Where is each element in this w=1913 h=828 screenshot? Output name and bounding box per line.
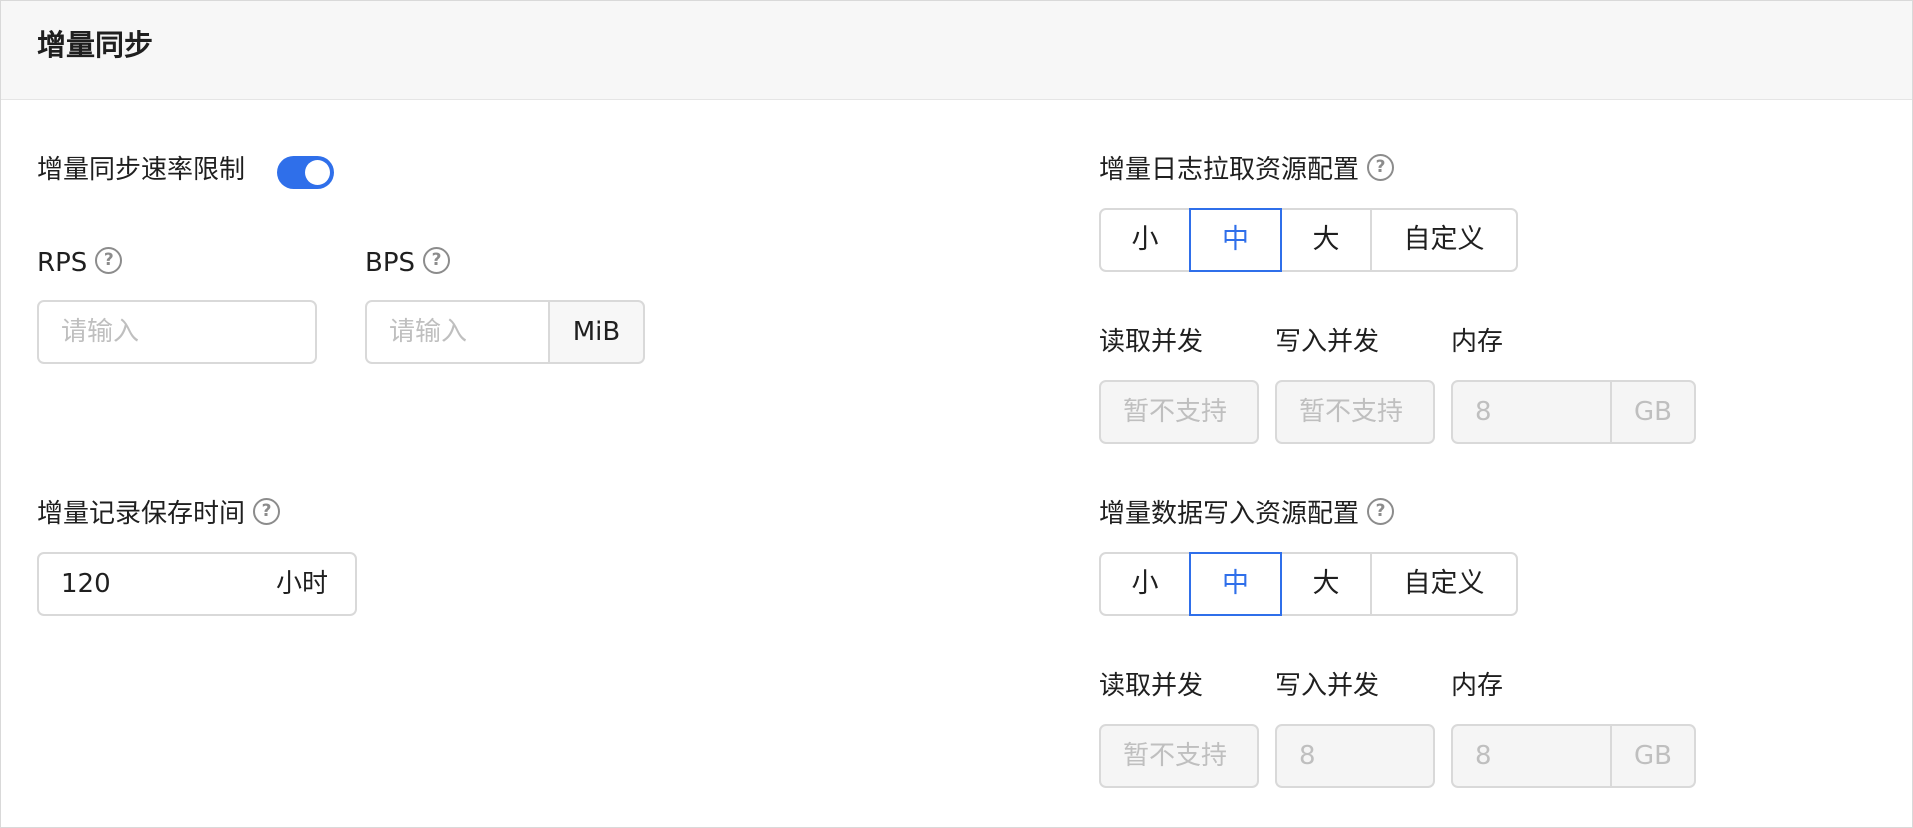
data-write-option-small[interactable]: 小 — [1099, 552, 1191, 616]
log-pull-memory-unit: GB — [1612, 380, 1696, 444]
log-pull-write-input: 暂不支持 — [1275, 380, 1435, 444]
log-pull-read-label: 读取并发 — [1099, 327, 1204, 357]
log-pull-label: 增量日志拉取资源配置 — [1099, 155, 1360, 185]
rps-label: RPS — [37, 248, 88, 278]
data-write-option-custom[interactable]: 自定义 — [1370, 552, 1518, 616]
data-write-size-selector: 小 中 大 自定义 — [1099, 552, 1518, 616]
data-write-write-label: 写入并发 — [1275, 671, 1380, 701]
log-pull-size-selector: 小 中 大 自定义 — [1099, 208, 1518, 272]
bps-input[interactable]: 请输入 — [365, 300, 550, 364]
incremental-sync-panel: 增量同步 增量同步速率限制 RPS? 请输入 BPS? 请输入 MiB 增量记录… — [0, 0, 1913, 828]
log-pull-option-custom[interactable]: 自定义 — [1370, 208, 1518, 272]
data-write-help-icon[interactable]: ? — [1367, 498, 1395, 525]
retention-value: 120 — [61, 569, 111, 599]
log-pull-help-icon[interactable]: ? — [1367, 154, 1395, 181]
retention-unit: 小时 — [276, 569, 329, 599]
rate-limit-toggle[interactable] — [277, 156, 334, 189]
data-write-label-row: 增量数据写入资源配置? — [1099, 496, 1395, 532]
log-pull-read-input: 暂不支持 — [1099, 380, 1259, 444]
panel-header: 增量同步 — [1, 1, 1912, 100]
log-pull-write-label: 写入并发 — [1275, 327, 1380, 357]
data-write-memory-input: 8 — [1451, 724, 1612, 788]
rate-limit-label: 增量同步速率限制 — [37, 155, 246, 185]
data-write-option-large[interactable]: 大 — [1280, 552, 1372, 616]
data-write-read-input: 暂不支持 — [1099, 724, 1259, 788]
bps-label: BPS — [365, 248, 416, 278]
log-pull-label-row: 增量日志拉取资源配置? — [1099, 152, 1395, 188]
data-write-option-medium[interactable]: 中 — [1189, 552, 1282, 616]
toggle-knob — [305, 160, 330, 185]
data-write-read-label: 读取并发 — [1099, 671, 1204, 701]
log-pull-option-small[interactable]: 小 — [1099, 208, 1191, 272]
data-write-write-input: 8 — [1275, 724, 1435, 788]
bps-label-row: BPS? — [365, 245, 451, 281]
data-write-label: 增量数据写入资源配置 — [1099, 499, 1360, 529]
retention-label: 增量记录保存时间 — [37, 499, 246, 529]
bps-help-icon[interactable]: ? — [423, 247, 451, 274]
log-pull-option-medium[interactable]: 中 — [1189, 208, 1282, 272]
log-pull-memory-label: 内存 — [1451, 327, 1504, 357]
retention-help-icon[interactable]: ? — [253, 498, 281, 525]
log-pull-option-large[interactable]: 大 — [1280, 208, 1372, 272]
data-write-memory-label: 内存 — [1451, 671, 1504, 701]
log-pull-memory-input: 8 — [1451, 380, 1612, 444]
data-write-memory-unit: GB — [1612, 724, 1696, 788]
rps-label-row: RPS? — [37, 245, 123, 281]
rps-input[interactable]: 请输入 — [37, 300, 317, 364]
panel-title: 增量同步 — [37, 28, 154, 62]
bps-unit-addon: MiB — [550, 300, 645, 364]
retention-label-row: 增量记录保存时间? — [37, 496, 281, 532]
rps-help-icon[interactable]: ? — [95, 247, 123, 274]
